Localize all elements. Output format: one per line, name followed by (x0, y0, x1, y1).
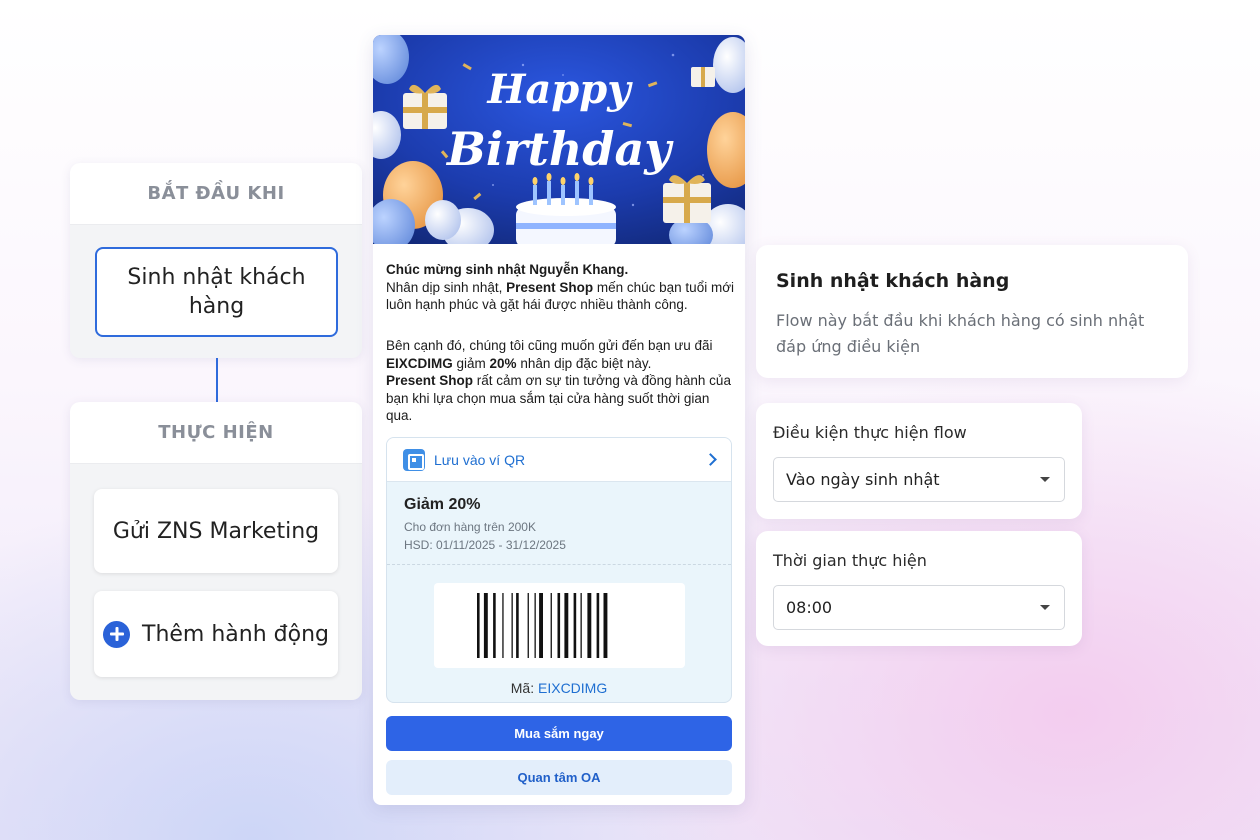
voucher-code-row: Mã: EIXCDIMG (387, 680, 731, 696)
shop-now-button[interactable]: Mua sắm ngay (386, 716, 732, 751)
message-intro: Chúc mừng sinh nhật Nguyễn Khang. Nhân d… (386, 261, 736, 314)
add-action-button[interactable]: Thêm hành động (94, 591, 338, 677)
voucher-title: Giảm 20% (404, 496, 481, 513)
caret-down-icon (1040, 605, 1050, 610)
trigger-item[interactable]: Sinh nhật khách hàng (95, 247, 338, 337)
thanks-shop-name: Present Shop (386, 373, 474, 388)
voucher-code: EIXCDIMG (538, 680, 608, 696)
birthday-banner-image: Happy Birthday (373, 35, 745, 244)
action-card-header: THỰC HIỆN (70, 402, 362, 464)
voucher-code-label: Mã: (510, 680, 535, 696)
offer-percent: 20% (489, 355, 517, 371)
offer-text-3: nhân dịp đặc biệt này. (516, 355, 652, 371)
plus-icon (103, 620, 130, 648)
barcode-container (434, 583, 685, 668)
condition-panel: Điều kiện thực hiện flow Vào ngày sinh n… (756, 403, 1082, 519)
trigger-info-description: Flow này bắt đầu khi khách hàng có sinh … (776, 311, 1145, 356)
time-label: Thời gian thực hiện (773, 551, 927, 570)
trigger-info-title: Sinh nhật khách hàng (776, 270, 1010, 292)
offer-text-1: Bên cạnh đó, chúng tôi cũng muốn gửi đến… (386, 338, 713, 353)
shop-name: Present Shop (506, 279, 594, 295)
voucher-condition: Cho đơn hàng trên 200K (404, 520, 536, 534)
message-preview: Happy Birthday Chúc mừng sinh nhật Nguyễ… (373, 35, 745, 805)
action-card: THỰC HIỆN Gửi ZNS Marketing Thêm hành độ… (70, 402, 362, 700)
offer-text-2: giảm (452, 355, 490, 371)
voucher-divider (387, 564, 731, 565)
intro-text-1: Nhân dịp sinh nhật, (386, 279, 507, 295)
time-panel: Thời gian thực hiện 08:00 (756, 531, 1082, 646)
trigger-card: BẮT ĐẦU KHI Sinh nhật khách hàng (70, 163, 362, 358)
greeting-text: Chúc mừng sinh nhật Nguyễn Khang. (386, 262, 629, 277)
offer-code: EIXCDIMG (386, 355, 453, 371)
barcode-image (477, 593, 608, 658)
follow-oa-button[interactable]: Quan tâm OA (386, 760, 732, 795)
banner-title-birthday: Birthday (445, 122, 674, 176)
chevron-right-icon (704, 453, 717, 466)
caret-down-icon (1040, 477, 1050, 482)
action-item-zns[interactable]: Gửi ZNS Marketing (94, 489, 338, 573)
message-offer: Bên cạnh đó, chúng tôi cũng muốn gửi đến… (386, 337, 736, 425)
save-to-qr-wallet-link[interactable]: Lưu vào ví QR (387, 438, 731, 482)
save-to-qr-wallet-label: Lưu vào ví QR (434, 451, 526, 468)
condition-label: Điều kiện thực hiện flow (773, 423, 967, 442)
trigger-info-panel: Sinh nhật khách hàng Flow này bắt đầu kh… (756, 245, 1188, 378)
qr-code-icon (403, 448, 425, 471)
voucher-expiry: HSD: 01/11/2025 - 31/12/2025 (404, 538, 566, 552)
add-action-label: Thêm hành động (142, 621, 329, 647)
time-select-value: 08:00 (786, 598, 833, 617)
flow-connector (216, 358, 218, 402)
banner-title-happy: Happy (487, 66, 634, 113)
time-select[interactable]: 08:00 (773, 585, 1065, 630)
voucher-card: Lưu vào ví QR Giảm 20% Cho đơn hàng trên… (386, 437, 732, 703)
trigger-card-header: BẮT ĐẦU KHI (70, 163, 362, 225)
condition-select-value: Vào ngày sinh nhật (786, 470, 940, 489)
condition-select[interactable]: Vào ngày sinh nhật (773, 457, 1065, 502)
